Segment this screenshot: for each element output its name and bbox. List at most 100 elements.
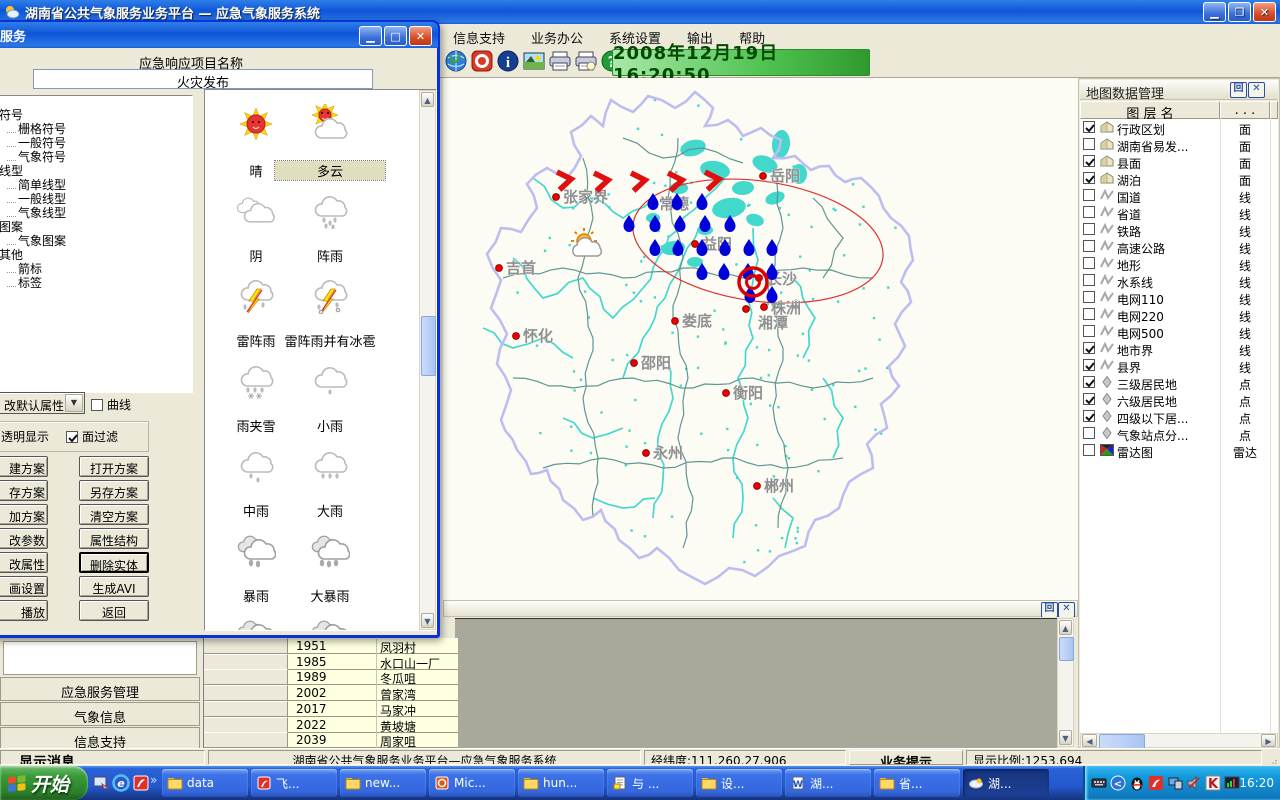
layer-row-国道[interactable]: 国道线 <box>1080 187 1278 204</box>
weather-symbol-label[interactable]: 大雨 <box>275 501 385 520</box>
checkbox-icon[interactable] <box>1083 308 1095 320</box>
weather-symbol-icon-rain-shower[interactable] <box>310 189 350 229</box>
layer-row-省道[interactable]: 省道线 <box>1080 204 1278 221</box>
wind-arrow-symbol[interactable] <box>631 171 646 191</box>
layers-hscrollbar[interactable]: ◀ ▶ <box>1080 733 1278 748</box>
chevron-down-icon[interactable]: ▼ <box>65 394 83 412</box>
改参数-button[interactable]: 改参数 <box>0 528 48 549</box>
layer-checkbox[interactable] <box>1083 308 1095 323</box>
pin-icon[interactable]: 回 <box>1230 82 1247 98</box>
weather-symbol-icon-storm-heavy[interactable] <box>310 529 350 569</box>
flashget-tray-icon[interactable] <box>1148 775 1164 791</box>
show-desktop-icon[interactable] <box>92 774 110 792</box>
weather-symbol-icon-rain-light[interactable] <box>310 359 350 399</box>
layer-name-header[interactable]: 图 层 名 <box>1080 101 1220 119</box>
weather-symbol-list[interactable]: 晴多云阴阵雨雷阵雨雷阵雨并有冰雹雨夹雪小雨中雨大雨暴雨大暴雨 ▲ ▼ <box>204 89 437 631</box>
dialog-close-button[interactable]: ✕ <box>409 26 432 46</box>
raindrop-symbol[interactable] <box>624 215 635 232</box>
table-row[interactable]: 2017马家冲 <box>204 701 458 717</box>
taskbar-button-飞...[interactable]: 飞... <box>251 769 337 797</box>
raindrop-symbol[interactable] <box>767 239 778 256</box>
raindrop-symbol[interactable] <box>719 263 730 280</box>
layer-row-四级以下居...[interactable]: 四级以下居...点 <box>1080 408 1278 425</box>
taskbar-button-与 ...[interactable]: 与 ... <box>607 769 693 797</box>
layer-row-六级居民地[interactable]: 六级居民地点 <box>1080 391 1278 408</box>
weather-symbol-label[interactable]: 大暴雨 <box>275 586 385 605</box>
layer-extra-header[interactable] <box>1270 101 1278 119</box>
project-name-input[interactable]: 火灾发布 <box>33 69 373 89</box>
layer-checkbox[interactable] <box>1083 444 1095 459</box>
layer-row-县面[interactable]: 县面面 <box>1080 153 1278 170</box>
sidebar-button-应急服务管理[interactable]: 应急服务管理 <box>0 677 200 701</box>
checkbox-icon[interactable] <box>1083 257 1095 269</box>
weather-symbol-icon-sun-cloud[interactable] <box>310 104 350 144</box>
restore-button[interactable]: ❐ <box>1228 2 1251 22</box>
改属性-button[interactable]: 改属性 <box>0 552 48 573</box>
checkbox-icon[interactable] <box>1083 189 1095 201</box>
layer-row-雷达图[interactable]: 雷达图雷达 <box>1080 442 1278 459</box>
建方案-button[interactable]: 建方案 <box>0 456 48 477</box>
audio-icon[interactable] <box>1186 775 1202 791</box>
ie-icon[interactable]: e <box>112 774 130 792</box>
transparent-checkbox[interactable]: 透明显示 <box>0 428 49 445</box>
存方案-button[interactable]: 存方案 <box>0 480 48 501</box>
qq-icon[interactable] <box>1129 775 1145 791</box>
row-header-cell[interactable] <box>204 701 288 716</box>
print-icon[interactable] <box>548 49 572 73</box>
weather-symbol-icon-storm-heavy[interactable] <box>310 614 350 631</box>
checkbox-icon[interactable] <box>66 431 78 443</box>
checkbox-icon[interactable] <box>1083 240 1095 252</box>
weather-symbol-icon-storm[interactable] <box>236 529 276 569</box>
symbol-tree[interactable]: 符号栅格符号一般符号气象符号线型简单线型一般线型气象线型图案气象图案其他箭标标签 <box>0 95 193 393</box>
scroll-thumb[interactable] <box>1059 637 1074 661</box>
checkbox-icon[interactable] <box>1083 121 1095 133</box>
scroll-left-icon[interactable]: ◀ <box>1082 734 1097 747</box>
message-vscrollbar[interactable]: ▲ ▼ <box>1057 618 1074 747</box>
pc-icon[interactable] <box>1167 775 1183 791</box>
layer-row-湖泊[interactable]: 湖泊面 <box>1080 170 1278 187</box>
打开方案-button[interactable]: 打开方案 <box>79 456 149 477</box>
raindrop-symbol[interactable] <box>767 263 778 280</box>
raindrop-symbol[interactable] <box>700 215 711 232</box>
weather-symbol-label[interactable]: 阵雨 <box>275 246 385 265</box>
kaspersky-icon[interactable]: K <box>1205 775 1221 791</box>
weather-symbol-icon-sleet[interactable] <box>236 359 276 399</box>
business-tip-button[interactable]: 业务提示 <box>849 750 963 765</box>
checkbox-icon[interactable] <box>1083 376 1095 388</box>
layer-row-高速公路[interactable]: 高速公路线 <box>1080 238 1278 255</box>
menu-item-信息支持[interactable]: 信息支持 <box>440 24 518 47</box>
checkbox-icon[interactable] <box>1083 342 1095 354</box>
city-衡阳[interactable]: 衡阳 <box>723 384 763 402</box>
layer-checkbox[interactable] <box>1083 240 1095 255</box>
monitor-icon[interactable] <box>1224 775 1240 791</box>
print-preview-icon[interactable] <box>574 49 598 73</box>
checkbox-icon[interactable] <box>1083 274 1095 286</box>
layer-row-地市界[interactable]: 地市界线 <box>1080 340 1278 357</box>
layer-row-三级居民地[interactable]: 三级居民地点 <box>1080 374 1278 391</box>
scroll-up-icon[interactable]: ▲ <box>1059 620 1072 635</box>
生成AVI-button[interactable]: 生成AVI <box>79 576 149 597</box>
layer-checkbox[interactable] <box>1083 427 1095 442</box>
layer-checkbox[interactable] <box>1083 393 1095 408</box>
播放-button[interactable]: 播放 <box>0 600 48 621</box>
dialog-maximize-button[interactable]: □ <box>384 26 407 46</box>
画设置-button[interactable]: 画设置 <box>0 576 48 597</box>
start-button[interactable]: 开始 <box>0 766 88 800</box>
row-header-cell[interactable] <box>204 717 288 732</box>
row-header-cell[interactable] <box>204 669 288 684</box>
清空方案-button[interactable]: 清空方案 <box>79 504 149 525</box>
image-icon[interactable] <box>522 49 546 73</box>
taskbar-button-new...[interactable]: new... <box>340 769 426 797</box>
language-icon[interactable]: < <box>1110 775 1126 791</box>
weather-symbol-label[interactable]: 多云 <box>275 161 385 180</box>
layer-row-县界[interactable]: 县界线 <box>1080 357 1278 374</box>
close-button[interactable]: ✕ <box>1253 2 1276 22</box>
panel-close-icon[interactable]: ✕ <box>1248 82 1265 98</box>
scroll-down-icon[interactable]: ▼ <box>421 613 434 628</box>
checkbox-icon[interactable] <box>1083 359 1095 371</box>
layer-row-水系线[interactable]: 水系线线 <box>1080 272 1278 289</box>
weather-symbol-icon-storm[interactable] <box>236 614 276 631</box>
layer-row-行政区划[interactable]: 行政区划面 <box>1080 119 1278 136</box>
sidebar-button-气象信息[interactable]: 气象信息 <box>0 702 200 726</box>
row-header-cell[interactable] <box>204 654 288 669</box>
